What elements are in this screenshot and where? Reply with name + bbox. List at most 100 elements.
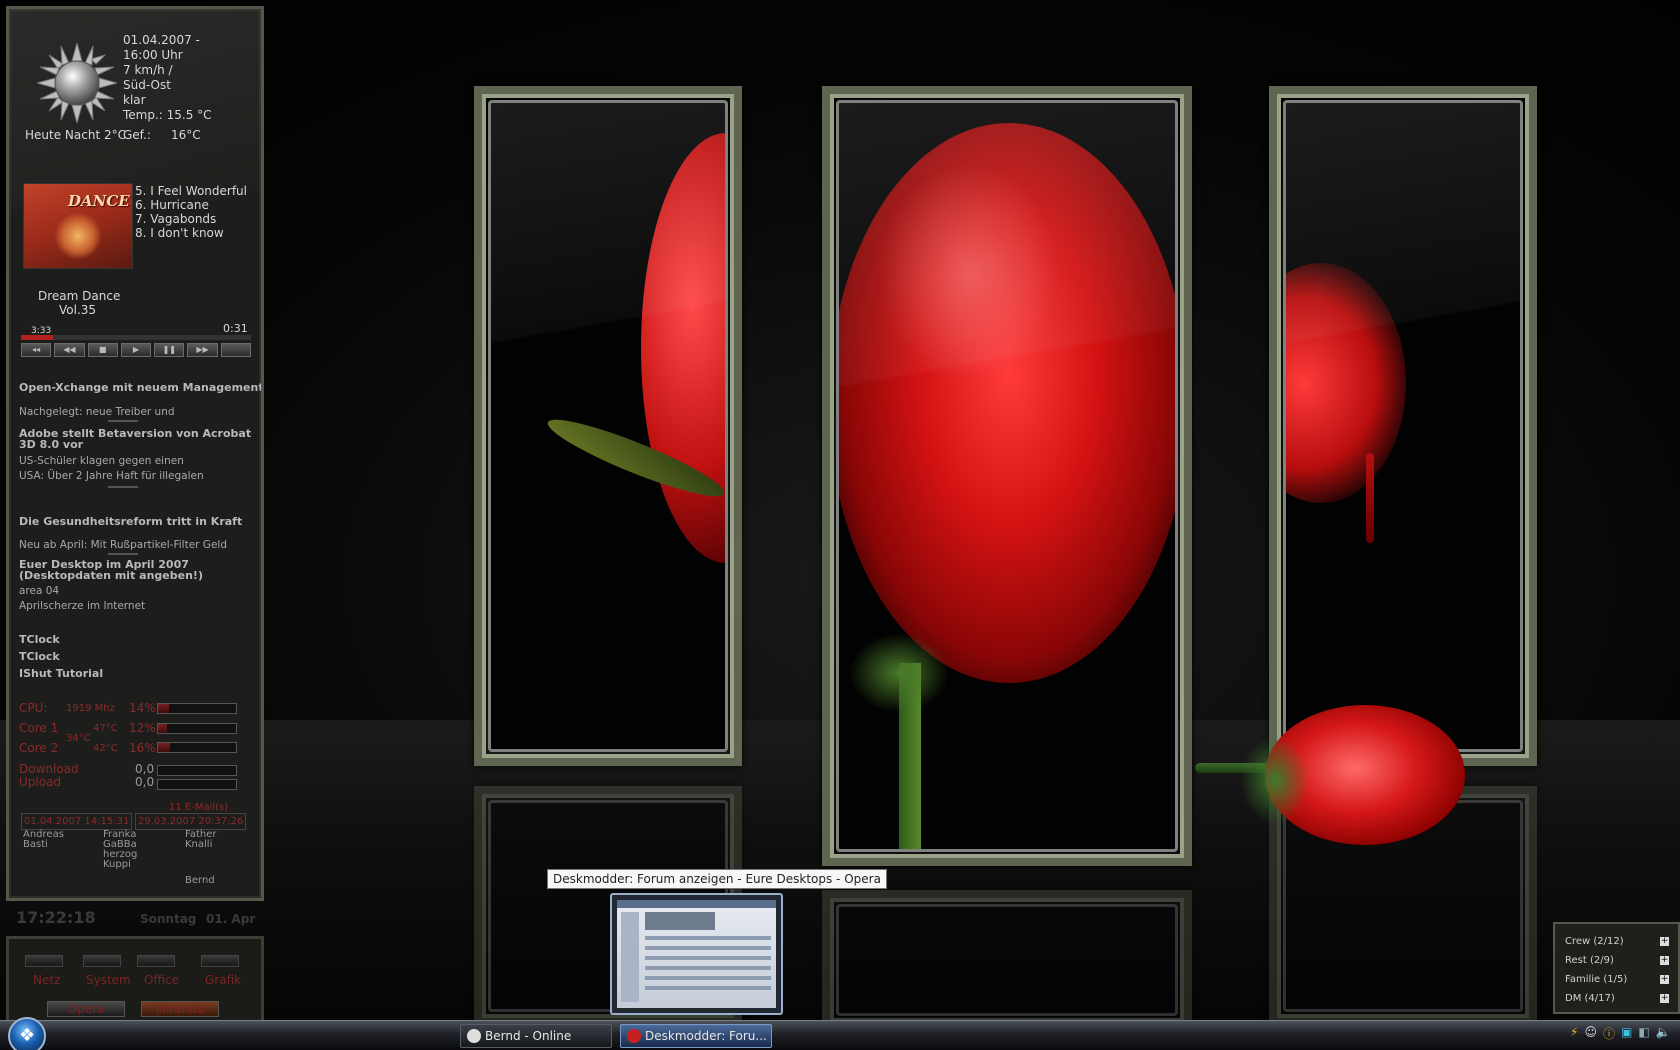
track-5[interactable]: 5. I Feel Wonderful [135, 184, 247, 199]
core1-percent: 12% [129, 721, 156, 735]
pause-icon[interactable]: ❚❚ [154, 343, 185, 357]
contact-name[interactable]: Knalli [185, 840, 212, 850]
news-item[interactable]: Euer Desktop im April 2007 (Desktopdaten… [19, 559, 259, 581]
messenger-icon[interactable]: ▣ [1621, 1025, 1632, 1042]
network-icon[interactable]: ⚡ [1570, 1025, 1578, 1042]
track-6[interactable]: 6. Hurricane [135, 198, 209, 213]
contact-groups-gadget: Crew (2/12) + Rest (2/9) + Familie (1/5)… [1553, 922, 1680, 1014]
taskbar-item-miranda[interactable]: Bernd - Online [460, 1024, 612, 1048]
start-button[interactable]: ❖ [8, 1017, 46, 1050]
contact-name[interactable]: Basti [23, 840, 48, 850]
weather-condition: klar [123, 93, 146, 107]
news-item[interactable]: US-Schüler klagen gegen einen [19, 454, 184, 469]
miranda-icon [467, 1029, 481, 1043]
cpu-percent: 14% [129, 701, 156, 715]
album-cover-text: DANCE [68, 192, 130, 210]
taskbar-item-opera[interactable]: Deskmodder: Foru... [620, 1024, 772, 1048]
news-item[interactable]: TClock [19, 649, 60, 664]
opera-icon [627, 1029, 641, 1043]
news-item[interactable]: Nachgelegt: neue Treiber und [19, 405, 175, 420]
weather-felt-value: 16°C [171, 128, 201, 142]
glass-panel-right [1269, 86, 1537, 766]
album-volume: Vol.35 [59, 303, 97, 317]
glass-panel-left [474, 86, 742, 766]
contact-group[interactable]: Rest (2/9) [1565, 955, 1614, 966]
core1-temp: 47°C [93, 723, 118, 734]
thumbnail-page [617, 900, 776, 1008]
info-icon[interactable]: ⓘ [1603, 1025, 1615, 1042]
taskbar-thumbnail-tooltip: Deskmodder: Forum anzeigen - Eure Deskto… [547, 869, 887, 889]
volume-icon[interactable]: ◂◂ [21, 343, 52, 357]
contact-user[interactable]: Bernd [185, 873, 215, 888]
launcher-miranda[interactable]: Miranda [141, 1001, 219, 1017]
expand-icon[interactable]: + [1660, 994, 1669, 1003]
task-label: Deskmodder: Foru... [645, 1029, 767, 1043]
clock-day: Sonntag [140, 912, 197, 926]
core2-percent: 16% [129, 741, 156, 755]
core2-temp: 42°C [93, 743, 118, 754]
download-meter [157, 765, 237, 776]
playback-progress-fill [21, 335, 54, 340]
desktop-wallpaper: 01.04.2007 - 16:00 Uhr 7 km/h / Süd-Ost … [0, 0, 1680, 1050]
track-7[interactable]: 7. Vagabonds [135, 212, 216, 227]
taskbar: ❖ Bernd - Online Deskmodder: Foru... ⚡ ☺… [0, 1017, 1680, 1050]
launcher-system[interactable]: System [86, 973, 131, 987]
news-item[interactable]: Open-Xchange mit neuem Management [19, 380, 261, 395]
upload-meter [157, 779, 237, 790]
rose-sepal [849, 633, 949, 713]
windows-logo-icon: ❖ [19, 1025, 36, 1046]
launcher-slot [201, 955, 239, 967]
contact-group[interactable]: Crew (2/12) [1565, 936, 1624, 947]
upload-value: 0,0 [135, 775, 155, 789]
track-8[interactable]: 8. I don't know [135, 226, 224, 241]
launcher-netz[interactable]: Netz [33, 973, 60, 987]
core2-label: Core 2 [19, 741, 59, 755]
expand-icon[interactable]: + [1660, 937, 1669, 946]
news-item[interactable]: Aprilscherze im Internet [19, 599, 145, 614]
expand-icon[interactable]: + [1660, 956, 1669, 965]
weather-tonight: Heute Nacht 2°C [25, 128, 126, 142]
upload-label: Upload [19, 775, 62, 789]
cpu-mhz: 1919 Mhz [66, 703, 115, 714]
cpu-meter [157, 703, 237, 714]
news-item[interactable]: area 04 [19, 584, 59, 599]
playback-progress[interactable] [21, 335, 251, 340]
contact-group[interactable]: DM (4/17) [1565, 993, 1615, 1004]
launcher-slot [137, 955, 175, 967]
launcher-opera[interactable]: Opera [47, 1001, 125, 1017]
weather-time: 16:00 Uhr [123, 48, 183, 62]
glass-panel-center [822, 86, 1192, 866]
news-item[interactable]: Die Gesundheitsreform tritt in Kraft [19, 514, 242, 529]
album-burst-graphic [54, 212, 102, 260]
previous-icon[interactable]: ◀◀ [54, 343, 85, 357]
contact-name[interactable]: Kuppi [103, 860, 131, 870]
remaining-time: 0:31 [223, 322, 248, 335]
seek-slider[interactable] [220, 343, 251, 357]
weather-temp: Temp.: 15.5 °C [123, 108, 212, 122]
launcher-grafik[interactable]: Grafik [205, 973, 241, 987]
weather-felt-label: Gef.: [123, 128, 151, 142]
news-item[interactable]: TClock [19, 632, 60, 647]
contact-group[interactable]: Familie (1/5) [1565, 974, 1627, 985]
safety-icon[interactable]: ◧ [1638, 1025, 1649, 1042]
rosebud-leaves [1240, 735, 1310, 825]
launcher-slot [25, 955, 63, 967]
launcher-office[interactable]: Office [144, 973, 179, 987]
taskbar-thumbnail-preview[interactable] [610, 893, 783, 1015]
system-tray: ⚡ ☺ ⓘ ▣ ◧ 🔈 [1570, 1025, 1671, 1042]
expand-icon[interactable]: + [1660, 975, 1669, 984]
play-icon[interactable]: ▶ [120, 343, 152, 357]
launcher-slot [83, 955, 121, 967]
quick-launcher: Netz System Office Grafik Opera Miranda [6, 936, 264, 1024]
album-cover[interactable]: DANCE [23, 183, 133, 269]
news-item[interactable]: Adobe stellt Betaversion von Acrobat 3D … [19, 428, 259, 450]
news-item[interactable]: Neu ab April: Mit Rußpartikel-Filter Gel… [19, 538, 227, 553]
news-item[interactable]: IShut Tutorial [19, 666, 103, 681]
clock-time: 17:22:18 [16, 908, 96, 927]
stop-icon[interactable]: ■ [87, 343, 118, 357]
miranda-tray-icon[interactable]: ☺ [1584, 1025, 1597, 1042]
news-item[interactable]: USA: Über 2 Jahre Haft für illegalen [19, 469, 204, 484]
cpu-label: CPU: [19, 701, 48, 715]
volume-tray-icon[interactable]: 🔈 [1656, 1025, 1671, 1042]
next-icon[interactable]: ▶▶ [187, 343, 218, 357]
